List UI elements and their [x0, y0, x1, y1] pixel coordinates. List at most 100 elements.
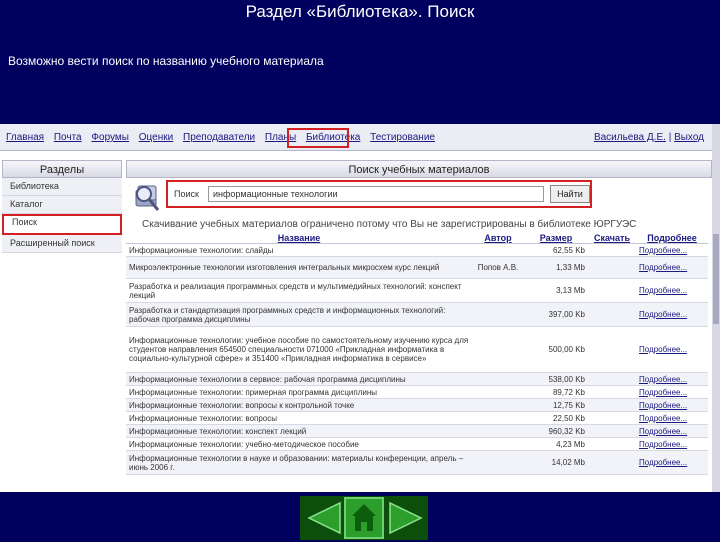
row-download — [588, 398, 636, 412]
slide-title: Раздел «Библиотека». Поиск — [245, 2, 475, 21]
library-highlight-frame — [287, 128, 349, 148]
triangle-right-icon[interactable] — [388, 500, 424, 536]
row-author — [472, 243, 524, 257]
row-details-link[interactable]: Подробнее... — [636, 411, 708, 425]
home-button[interactable] — [344, 497, 384, 539]
row-details-link[interactable]: Подробнее... — [636, 278, 708, 303]
nav-teachers[interactable]: Преподаватели — [183, 132, 255, 143]
nav-grades[interactable]: Оценки — [139, 132, 173, 143]
access-notice: Скачивание учебных материалов ограничено… — [142, 219, 637, 230]
row-size: 3,13 Mb — [524, 278, 588, 303]
table-header-row: Название Автор Размер Скачать Подробнее — [126, 232, 708, 244]
logout-link[interactable]: Выход — [674, 132, 704, 143]
vertical-scrollbar[interactable] — [712, 124, 720, 492]
row-size: 500,00 Kb — [524, 326, 588, 373]
row-download — [588, 424, 636, 438]
table-row: Информационные технологии: примерная про… — [126, 385, 708, 399]
row-title: Информационные технологии в сервисе: раб… — [126, 372, 472, 386]
row-author — [472, 385, 524, 399]
table-row: Информационные технологии: вопросы к кон… — [126, 398, 708, 412]
row-details-link[interactable]: Подробнее... — [636, 256, 708, 279]
nav-testing[interactable]: Тестирование — [370, 132, 435, 143]
row-size: 397,00 Kb — [524, 302, 588, 327]
table-row: Информационные технологии в сервисе: раб… — [126, 372, 708, 386]
column-header-details[interactable]: Подробнее — [636, 232, 708, 244]
row-details-link[interactable]: Подробнее... — [636, 385, 708, 399]
sidebar-item-search[interactable]: Поиск — [2, 214, 122, 235]
row-details-link[interactable]: Подробнее... — [636, 398, 708, 412]
row-download — [588, 372, 636, 386]
row-size: 4,23 Mb — [524, 437, 588, 451]
nav-home[interactable]: Главная — [6, 132, 44, 143]
row-title: Информационные технологии: вопросы к кон… — [126, 398, 472, 412]
search-label: Поиск — [174, 189, 199, 199]
row-download — [588, 302, 636, 327]
row-size: 538,00 Kb — [524, 372, 588, 386]
sidebar-item-advanced-search[interactable]: Расширенный поиск — [2, 235, 122, 253]
sidebar-header: Разделы — [2, 160, 122, 178]
search-input[interactable] — [208, 186, 544, 202]
slide-subtitle: Возможно вести поиск по названию учебног… — [8, 54, 324, 68]
row-download — [588, 437, 636, 451]
app-screenshot: Главная Почта Форумы Оценки Преподавател… — [0, 124, 712, 492]
sidebar-item-library[interactable]: Библиотека — [2, 178, 122, 196]
row-title: Разработка и реализация программных сред… — [126, 278, 472, 303]
row-details-link[interactable]: Подробнее... — [636, 243, 708, 257]
row-title: Разработка и стандартизация программных … — [126, 302, 472, 327]
top-navigation: Главная Почта Форумы Оценки Преподавател… — [0, 124, 712, 151]
row-size: 62,55 Kb — [524, 243, 588, 257]
row-title: Информационные технологии: слайды — [126, 243, 472, 257]
row-author — [472, 278, 524, 303]
triangle-left-icon[interactable] — [306, 500, 342, 536]
row-title: Информационные технологии: примерная про… — [126, 385, 472, 399]
row-author — [472, 326, 524, 373]
results-table: Название Автор Размер Скачать Подробнее … — [126, 232, 708, 475]
user-name-link[interactable]: Васильева Д.Е. — [594, 132, 666, 143]
row-details-link[interactable]: Подробнее... — [636, 326, 708, 373]
column-header-download[interactable]: Скачать — [588, 232, 636, 244]
search-area: Поиск Найти — [126, 178, 712, 218]
column-header-size[interactable]: Размер — [524, 232, 588, 244]
row-author — [472, 372, 524, 386]
table-row: Микроэлектронные технологии изготовления… — [126, 256, 708, 279]
row-details-link[interactable]: Подробнее... — [636, 450, 708, 475]
row-size: 12,75 Kb — [524, 398, 588, 412]
row-author — [472, 398, 524, 412]
sidebar-item-catalog[interactable]: Каталог — [2, 196, 122, 214]
table-row: Информационные технологии: слайды 62,55 … — [126, 243, 708, 257]
column-header-title[interactable]: Название — [126, 232, 472, 244]
row-title: Информационные технологии: учебно-методи… — [126, 437, 472, 451]
row-details-link[interactable]: Подробнее... — [636, 372, 708, 386]
main-header: Поиск учебных материалов — [126, 160, 712, 178]
row-size: 960,32 Kb — [524, 424, 588, 438]
row-author — [472, 302, 524, 327]
row-details-link[interactable]: Подробнее... — [636, 437, 708, 451]
table-row: Информационные технологии в науке и обра… — [126, 450, 708, 475]
row-download — [588, 326, 636, 373]
sidebar: Разделы Библиотека Каталог Поиск Расшире… — [2, 160, 122, 492]
nav-mail[interactable]: Почта — [54, 132, 82, 143]
slide-navigation — [300, 496, 428, 540]
row-download — [588, 243, 636, 257]
row-download — [588, 450, 636, 475]
table-row: Информационные технологии: вопросы 22,50… — [126, 411, 708, 425]
column-header-author[interactable]: Автор — [472, 232, 524, 244]
row-download — [588, 278, 636, 303]
row-author — [472, 424, 524, 438]
row-download — [588, 411, 636, 425]
table-row: Информационные технологии: конспект лекц… — [126, 424, 708, 438]
row-size: 89,72 Kb — [524, 385, 588, 399]
scrollbar-thumb[interactable] — [713, 234, 719, 324]
row-title: Информационные технологии в науке и обра… — [126, 450, 472, 475]
row-author — [472, 437, 524, 451]
table-row: Информационные технологии: учебное пособ… — [126, 326, 708, 373]
row-details-link[interactable]: Подробнее... — [636, 424, 708, 438]
home-icon — [352, 504, 376, 531]
search-button[interactable]: Найти — [550, 185, 590, 203]
main-panel: Поиск учебных материалов Поиск Найти Ска… — [126, 160, 712, 492]
nav-forums[interactable]: Форумы — [91, 132, 129, 143]
row-details-link[interactable]: Подробнее... — [636, 302, 708, 327]
separator: | — [668, 132, 672, 143]
row-author: Попов А.В. — [472, 256, 524, 279]
row-download — [588, 256, 636, 279]
